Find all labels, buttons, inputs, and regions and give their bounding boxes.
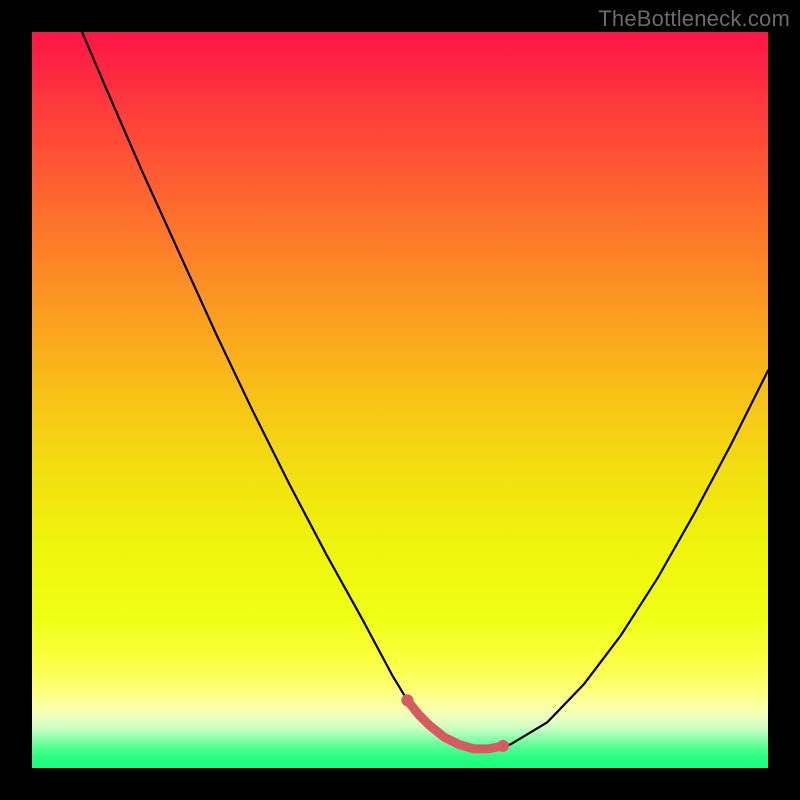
optimal-range-start-dot [401,694,413,706]
bottleneck-curve [82,32,768,749]
optimal-range-end-dot [497,740,509,752]
chart-stage: TheBottleneck.com [0,0,800,800]
plot-area [32,32,768,768]
curve-layer [32,32,768,768]
watermark-text: TheBottleneck.com [598,6,790,32]
optimal-range-marker [407,700,503,749]
